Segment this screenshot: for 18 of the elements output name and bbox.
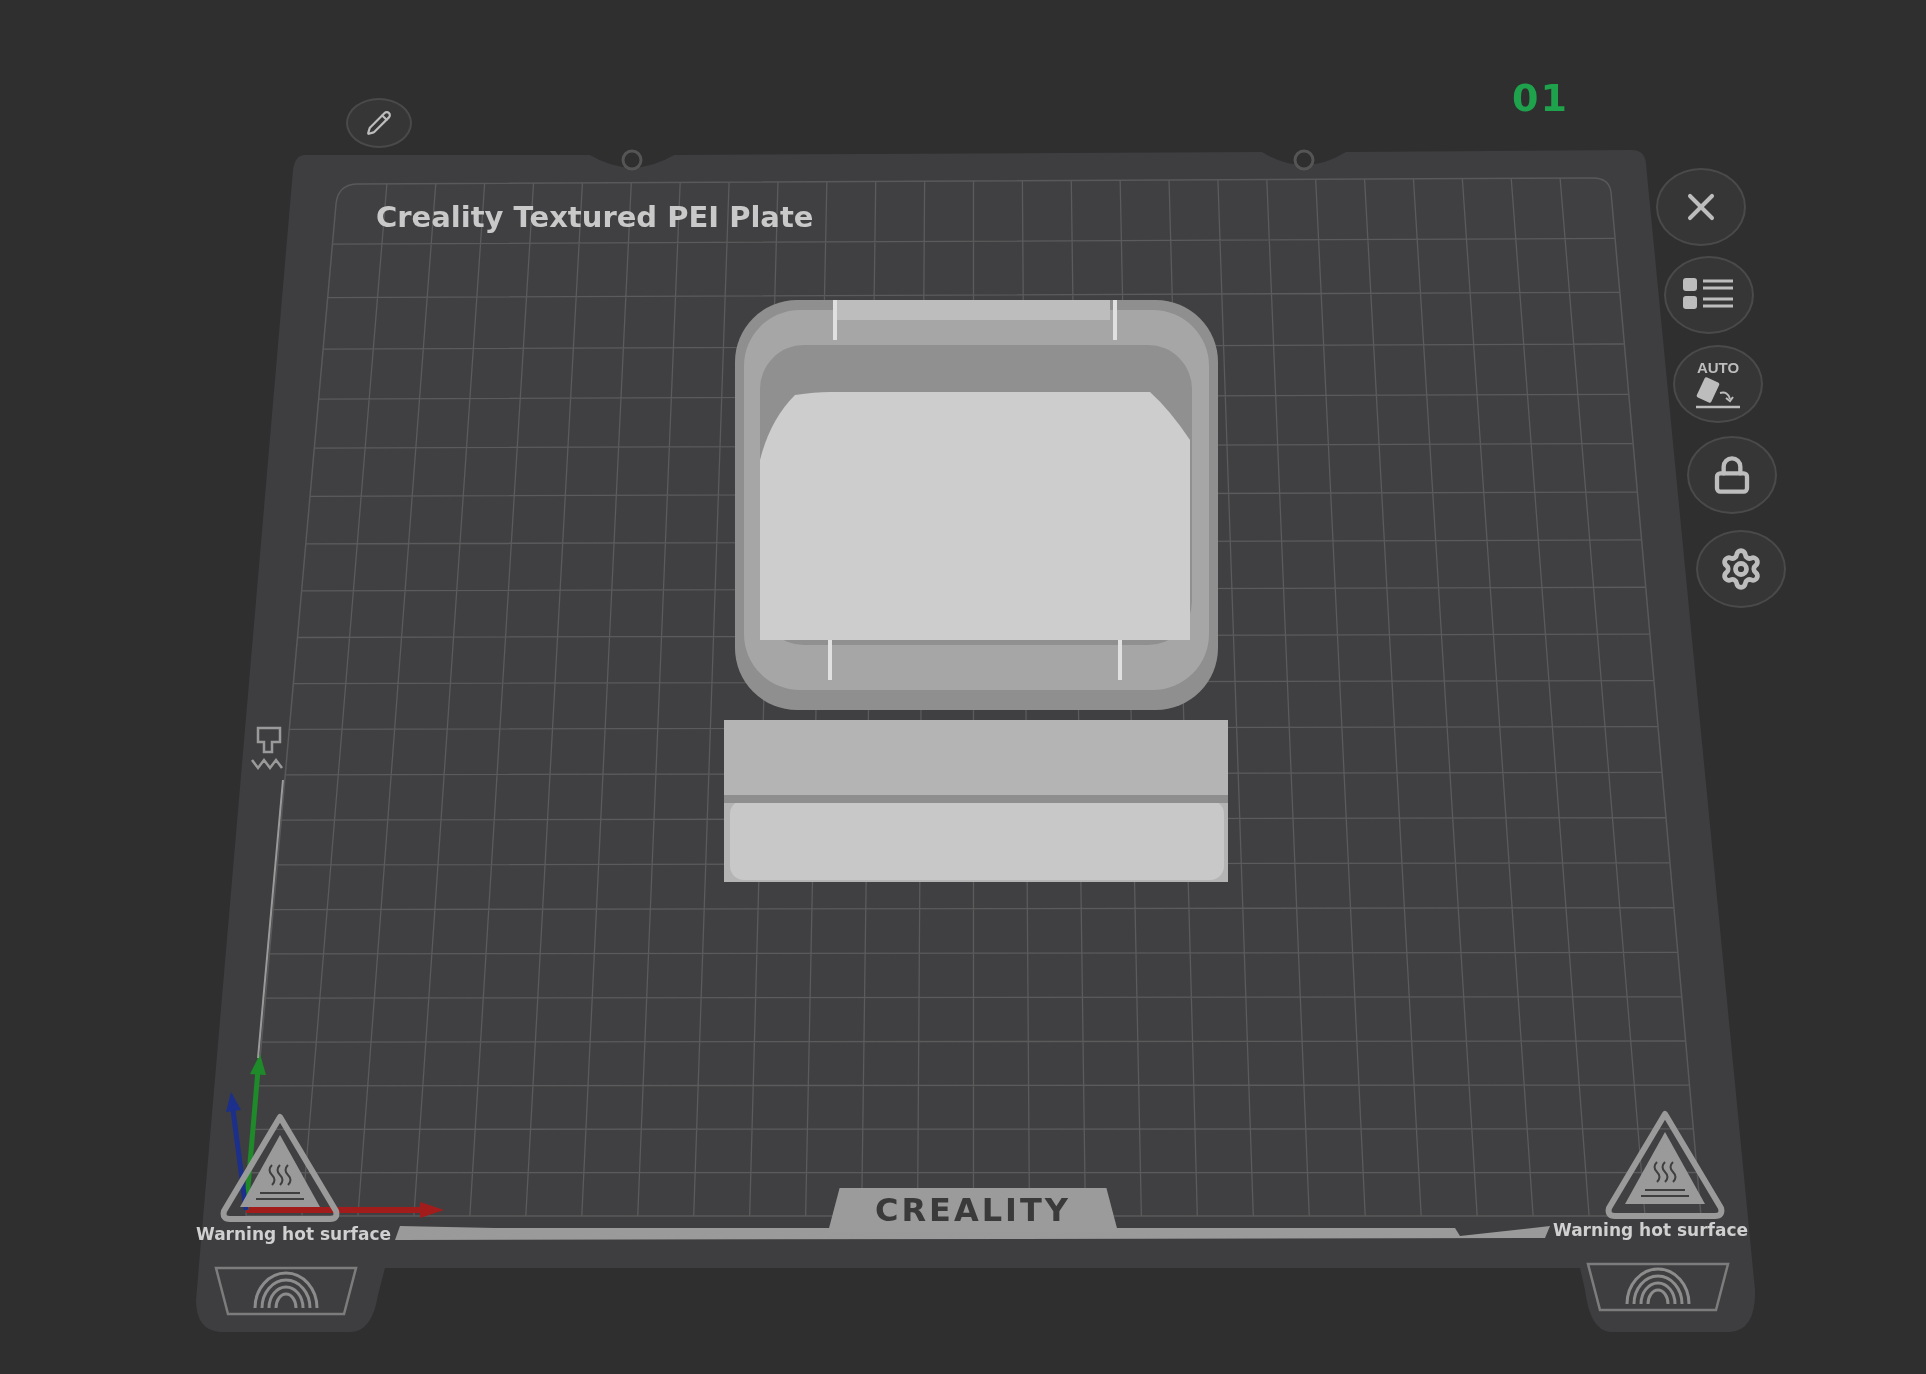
fingerprint-pad-icon — [1586, 1262, 1730, 1312]
screw-hole-icon — [621, 149, 643, 171]
settings-icon — [1719, 547, 1763, 591]
lock-icon — [1712, 455, 1752, 495]
hot-surface-warning-icon — [220, 1114, 340, 1222]
auto-orient-icon — [1694, 376, 1742, 409]
list-icon — [1683, 278, 1735, 312]
auto-label: AUTO — [1696, 359, 1740, 375]
screw-hole-icon — [1293, 149, 1315, 171]
pencil-icon — [366, 110, 392, 136]
hot-surface-warning-icon — [1605, 1111, 1725, 1219]
fingerprint-pad-icon — [214, 1266, 358, 1316]
plate-number: 01 — [1512, 76, 1569, 120]
warning-label: Warning hot surface — [196, 1224, 392, 1244]
nozzle-icon — [251, 726, 283, 771]
auto-button[interactable]: AUTO — [1673, 345, 1763, 423]
plate-name: Creality Textured PEI Plate — [376, 200, 814, 234]
warning-label: Warning hot surface — [1553, 1220, 1749, 1240]
